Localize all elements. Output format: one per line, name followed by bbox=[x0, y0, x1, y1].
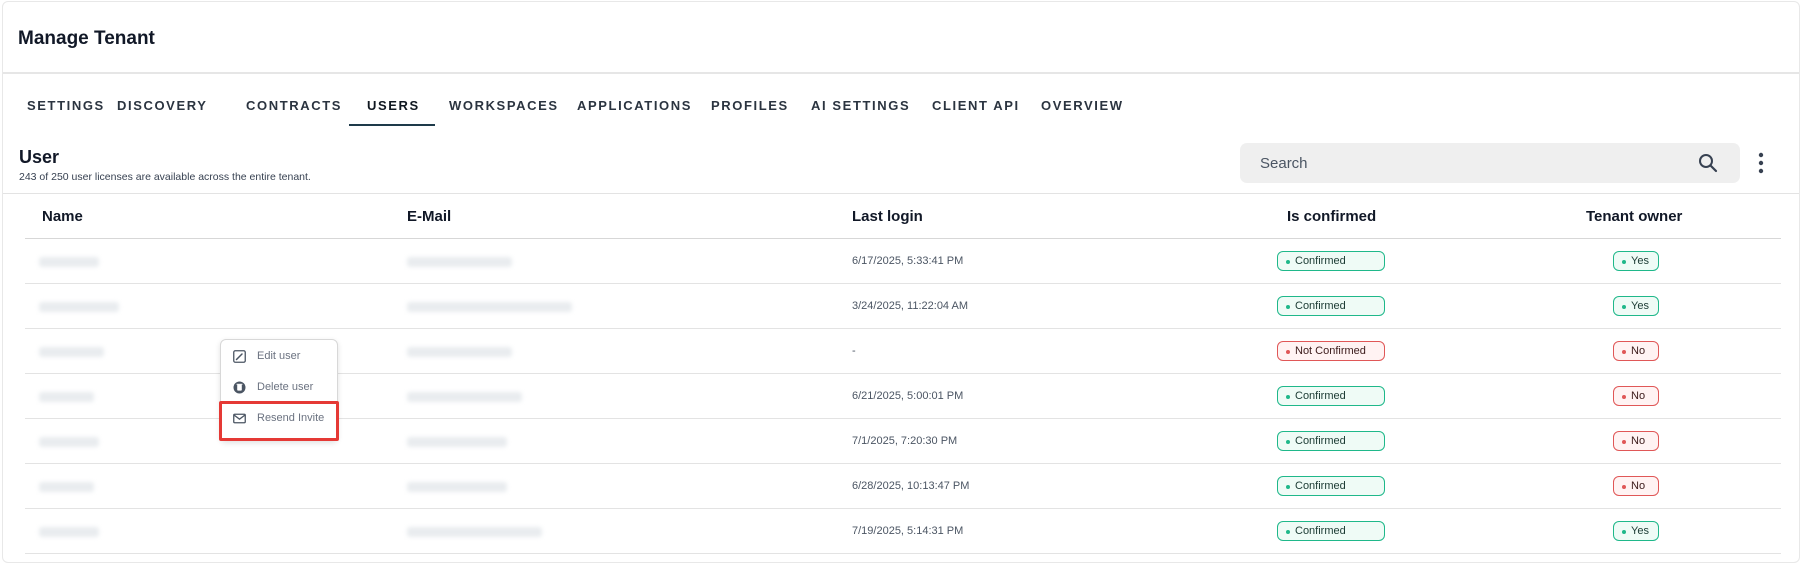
menu-item-delete-user[interactable]: Delete user bbox=[221, 373, 337, 401]
table-row[interactable]: 7/19/2025, 5:14:31 PM Confirmed Yes bbox=[25, 509, 1781, 554]
last-login-cell: 6/21/2025, 5:00:01 PM bbox=[852, 390, 964, 402]
owner-badge: Yes bbox=[1613, 521, 1659, 541]
column-header-name[interactable]: Name bbox=[42, 208, 83, 225]
tab-profiles[interactable]: PROFILES bbox=[711, 98, 789, 113]
section-title: User bbox=[19, 147, 60, 167]
menu-item-edit-user[interactable]: Edit user bbox=[221, 342, 337, 370]
column-header-tenant-owner[interactable]: Tenant owner bbox=[1586, 208, 1682, 225]
more-options-icon[interactable] bbox=[1755, 150, 1767, 176]
last-login-cell: 6/17/2025, 5:33:41 PM bbox=[852, 255, 964, 267]
column-header-last-login[interactable]: Last login bbox=[852, 208, 923, 225]
search-icon[interactable] bbox=[1698, 153, 1718, 173]
confirmed-badge: Confirmed bbox=[1277, 251, 1385, 271]
tab-contracts[interactable]: CONTRACTS bbox=[246, 98, 342, 113]
not-confirmed-badge: Not Confirmed bbox=[1277, 341, 1385, 361]
name-cell-redacted bbox=[39, 302, 119, 312]
email-cell-redacted bbox=[407, 257, 512, 267]
email-cell-redacted bbox=[407, 347, 512, 357]
column-header-is-confirmed[interactable]: Is confirmed bbox=[1287, 208, 1376, 225]
confirmed-badge: Confirmed bbox=[1277, 296, 1385, 316]
owner-badge: No bbox=[1613, 386, 1659, 406]
email-cell-redacted bbox=[407, 437, 507, 447]
confirmed-badge: Confirmed bbox=[1277, 431, 1385, 451]
email-cell-redacted bbox=[407, 527, 542, 537]
owner-badge: No bbox=[1613, 476, 1659, 496]
tab-users[interactable]: USERS bbox=[367, 98, 420, 113]
page-header: Manage Tenant bbox=[3, 2, 1799, 74]
resend-invite-highlight bbox=[219, 401, 339, 441]
tab-discovery[interactable]: DISCOVERY bbox=[117, 98, 208, 113]
table-row[interactable]: 6/17/2025, 5:33:41 PM Confirmed Yes bbox=[25, 239, 1781, 284]
last-login-cell: 3/24/2025, 11:22:04 AM bbox=[852, 300, 968, 312]
last-login-cell: 7/1/2025, 7:20:30 PM bbox=[852, 435, 958, 447]
confirmed-badge: Confirmed bbox=[1277, 386, 1385, 406]
table-row[interactable]: 3/24/2025, 11:22:04 AM Confirmed Yes bbox=[25, 284, 1781, 329]
name-cell-redacted bbox=[39, 527, 99, 537]
table-header: Name E-Mail Last login Is confirmed Tena… bbox=[25, 194, 1781, 239]
tab-workspaces[interactable]: WORKSPACES bbox=[449, 98, 559, 113]
last-login-cell: 7/19/2025, 5:14:31 PM bbox=[852, 525, 964, 537]
name-cell-redacted bbox=[39, 257, 99, 267]
menu-item-label: Delete user bbox=[257, 381, 314, 393]
tab-bar: SETTINGS DISCOVERY CONTRACTS USERS WORKS… bbox=[3, 74, 1799, 128]
tab-settings[interactable]: SETTINGS bbox=[27, 98, 105, 113]
last-login-cell: - bbox=[852, 345, 856, 357]
email-cell-redacted bbox=[407, 392, 522, 402]
email-cell-redacted bbox=[407, 482, 507, 492]
email-cell-redacted bbox=[407, 302, 572, 312]
menu-item-label: Edit user bbox=[257, 350, 301, 362]
name-cell-redacted bbox=[39, 482, 94, 492]
search-box bbox=[1240, 143, 1740, 183]
search-input[interactable] bbox=[1260, 153, 1680, 173]
name-cell-redacted bbox=[39, 437, 99, 447]
table-row[interactable]: 6/28/2025, 10:13:47 PM Confirmed No bbox=[25, 464, 1781, 509]
confirmed-badge: Confirmed bbox=[1277, 476, 1385, 496]
column-header-email[interactable]: E-Mail bbox=[407, 208, 451, 225]
confirmed-badge: Confirmed bbox=[1277, 521, 1385, 541]
name-cell-redacted bbox=[39, 392, 94, 402]
active-tab-indicator bbox=[349, 124, 435, 126]
tab-overview[interactable]: OVERVIEW bbox=[1041, 98, 1124, 113]
last-login-cell: 6/28/2025, 10:13:47 PM bbox=[852, 480, 970, 492]
owner-badge: Yes bbox=[1613, 251, 1659, 271]
tab-client-api[interactable]: CLIENT API bbox=[932, 98, 1020, 113]
manage-tenant-panel: Manage Tenant SETTINGS DISCOVERY CONTRAC… bbox=[2, 1, 1800, 563]
edit-icon bbox=[233, 350, 246, 363]
page-title: Manage Tenant bbox=[18, 28, 155, 49]
license-summary: 243 of 250 user licenses are available a… bbox=[19, 171, 311, 183]
tab-ai-settings[interactable]: AI SETTINGS bbox=[811, 98, 910, 113]
owner-badge: Yes bbox=[1613, 296, 1659, 316]
tab-applications[interactable]: APPLICATIONS bbox=[577, 98, 692, 113]
trash-icon bbox=[233, 381, 246, 394]
name-cell-redacted bbox=[39, 347, 104, 357]
owner-badge: No bbox=[1613, 341, 1659, 361]
owner-badge: No bbox=[1613, 431, 1659, 451]
